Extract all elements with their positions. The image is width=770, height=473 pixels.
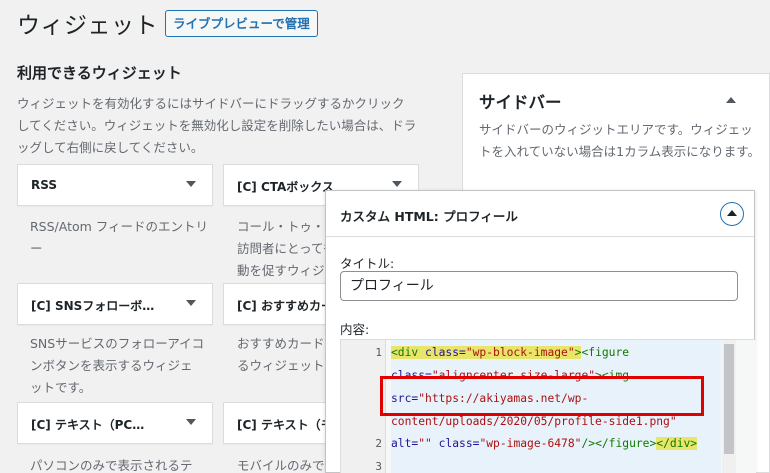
widget-toggle-icon[interactable] xyxy=(186,300,196,306)
widget-toggle-icon[interactable] xyxy=(186,181,196,187)
content-label: 内容: xyxy=(340,322,370,337)
code-line: alt="" class="wp-image-6478"/></figure><… xyxy=(391,437,698,450)
code-token: "" xyxy=(418,437,439,450)
sidebar-title: サイドバー xyxy=(479,93,562,112)
code-line: src="https://akiyamas.net/wp- xyxy=(391,392,588,405)
panel-title: カスタム HTML: プロフィール xyxy=(340,209,518,224)
code-token: alt= xyxy=(391,437,419,450)
widget-toggle-icon[interactable] xyxy=(186,419,196,425)
code-token: <figure xyxy=(581,346,630,359)
editor-scrollbar-thumb[interactable] xyxy=(724,344,734,454)
title-input[interactable]: プロフィール xyxy=(340,271,738,301)
code-token: "https://akiyamas.net/wp- xyxy=(418,392,589,405)
collapse-toggle-button[interactable] xyxy=(720,202,744,226)
collapse-icon[interactable] xyxy=(726,97,736,103)
chevron-up-icon xyxy=(727,210,737,216)
page-title: ウィジェット xyxy=(17,13,158,39)
code-token: ><img xyxy=(595,369,630,382)
widget-desc-line: ンボタンを表示するウィジェ xyxy=(30,358,193,373)
line-number: 3 xyxy=(375,460,382,473)
code-token: <div xyxy=(391,346,426,359)
code-token: /></figure> xyxy=(581,437,657,450)
code-selection-highlight xyxy=(391,340,721,473)
code-token: class= xyxy=(425,346,466,359)
code-token: "wp-block-image" xyxy=(465,346,575,359)
available-widgets-title: 利用できるウィジェット xyxy=(17,64,182,82)
widget-text-pc[interactable]: [C] テキスト（PC… xyxy=(17,402,213,444)
code-token: </div> xyxy=(656,437,698,450)
line-number-gutter: 1 2 3 xyxy=(341,340,386,473)
code-editor[interactable]: 1 2 3 <div class="wp-block-image"><figur… xyxy=(340,339,756,473)
code-line: <div class="wp-block-image"><figure xyxy=(391,346,629,359)
widget-description: SNSサービスのフォローアイコ ンボタンを表示するウィジェ ットです。 xyxy=(30,333,220,399)
code-line: content/uploads/2020/05/profile-side1.pn… xyxy=(391,415,677,428)
widget-desc-line: RSS/Atom フィードのエントリー xyxy=(30,219,209,256)
title-label: タイトル: xyxy=(340,256,395,271)
widget-sns-follow[interactable]: [C] SNSフォローボ… xyxy=(17,283,213,325)
widget-description: パソコンのみで表示されるテ xyxy=(30,455,220,473)
code-token: "aligncenter size-large" xyxy=(431,369,596,382)
code-token: src= xyxy=(391,392,419,405)
code-token: content/uploads/2020/05/profile-side1.pn… xyxy=(391,415,677,428)
widget-title: [C] SNSフォローボ… xyxy=(31,299,155,313)
line-number: 1 xyxy=(375,346,382,359)
code-line: class="aligncenter size-large"><img xyxy=(391,369,629,382)
panel-header[interactable]: カスタム HTML: プロフィール xyxy=(326,191,754,237)
code-token: class= xyxy=(438,437,480,450)
widget-desc-line: ットです。 xyxy=(30,380,92,395)
custom-html-widget-panel: カスタム HTML: プロフィール タイトル: プロフィール 内容: 1 2 3… xyxy=(325,190,756,473)
available-widgets-description: ウィジェットを有効化するにはサイドバーにドラッグするかクリックしてください。ウィ… xyxy=(17,96,417,155)
widget-title: RSS xyxy=(31,178,57,192)
line-number: 2 xyxy=(375,437,382,450)
widget-description: RSS/Atom フィードのエントリー xyxy=(30,216,220,260)
code-token: class= xyxy=(391,369,432,382)
widget-title: [C] テキスト（PC… xyxy=(31,418,145,432)
code-token: "wp-image-6478" xyxy=(479,437,582,450)
widget-rss[interactable]: RSS xyxy=(17,164,213,206)
widget-toggle-icon[interactable] xyxy=(392,181,402,187)
sidebar-description: サイドバーのウィジットエリアです。ウィジェットを入れていない場合は1カラム表示に… xyxy=(479,122,760,159)
live-preview-button[interactable]: ライブプレビューで管理 xyxy=(165,10,318,37)
widget-desc-line: パソコンのみで表示されるテ xyxy=(30,458,193,473)
widget-desc-line: SNSサービスのフォローアイコ xyxy=(30,336,205,351)
